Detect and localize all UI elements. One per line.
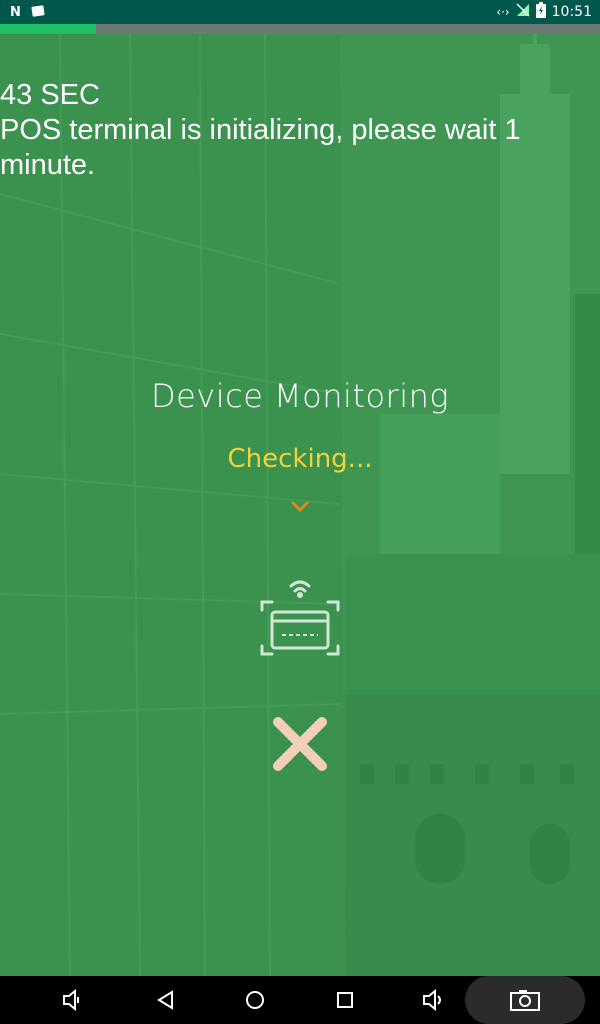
notification-icon: [31, 3, 45, 22]
close-icon[interactable]: [270, 714, 330, 774]
volume-down-icon[interactable]: [60, 986, 88, 1014]
progress-fill: [0, 24, 96, 34]
screenshot-button[interactable]: [465, 976, 585, 1024]
countdown-timer: 43 SEC: [0, 79, 100, 111]
page-title: Device Monitoring: [150, 377, 450, 415]
back-icon[interactable]: [152, 986, 180, 1014]
battery-charging-icon: [535, 2, 546, 22]
init-message: POS terminal is initializing, please wai…: [0, 114, 521, 181]
clock: 10:51: [551, 4, 592, 20]
screenshot-icon: [510, 990, 540, 1011]
status-bar: N ‹·› 10:51: [0, 0, 600, 24]
data-transfer-icon: ‹·›: [496, 5, 510, 19]
navigation-bar: [0, 976, 600, 1024]
n-app-icon: N: [10, 5, 21, 20]
no-signal-icon: [516, 3, 530, 21]
contactless-card-reader-icon: [260, 580, 340, 656]
recents-icon[interactable]: [331, 986, 359, 1014]
status-text: Checking...: [227, 444, 373, 474]
home-icon[interactable]: [241, 986, 269, 1014]
progress-bar: [0, 24, 600, 34]
chevron-down-icon[interactable]: [289, 498, 311, 514]
volume-up-icon[interactable]: [420, 986, 448, 1014]
main-screen: 43 SEC POS terminal is initializing, ple…: [0, 34, 600, 976]
